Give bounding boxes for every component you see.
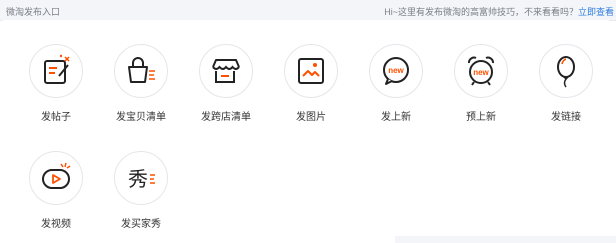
bottom-edge-strip	[395, 236, 616, 243]
publish-video-icon-circle	[29, 151, 83, 205]
publish-link-label: 发链接	[551, 112, 581, 123]
publish-new-arrivals-label: 发上新	[381, 112, 411, 123]
buyer-show-icon: 秀	[128, 167, 155, 191]
publish-link-icon-circle	[539, 44, 593, 98]
buyer-show-glyph: 秀	[128, 167, 148, 191]
publish-buyer-show-label: 发买家秀	[121, 219, 161, 230]
balloon-link-icon	[557, 56, 575, 88]
publish-image-label: 发图片	[296, 112, 326, 123]
publish-entry-panel: 发帖子 发宝贝清单 发跨店清单 发图片 new 发上新 new 预上新 发链接 …	[3, 20, 609, 243]
publish-cross-store-list-button[interactable]: 发跨店清单	[191, 44, 261, 123]
header-title: 微淘发布入口	[6, 7, 61, 17]
publish-buyer-show-icon-circle: 秀	[114, 151, 168, 205]
publish-buyer-show-button[interactable]: 秀 发买家秀	[106, 151, 176, 230]
alarm-new-text: new	[473, 68, 489, 77]
header-tip: Hi~这里有发布微淘的高富帅技巧，不来看看吗？立即查看	[384, 5, 614, 18]
publish-product-list-button[interactable]: 发宝贝清单	[106, 44, 176, 123]
publish-image-button[interactable]: 发图片	[276, 44, 346, 123]
publish-product-list-label: 发宝贝清单	[116, 112, 166, 123]
header-tip-text: Hi~这里有发布微淘的高富帅技巧，不来看看吗？	[384, 7, 578, 17]
publish-link-button[interactable]: 发链接	[531, 44, 601, 123]
new-bubble-text: new	[388, 66, 404, 75]
publish-image-icon-circle	[284, 44, 338, 98]
pre-launch-icon-circle: new	[454, 44, 508, 98]
publish-cross-store-list-icon-circle	[199, 44, 253, 98]
publish-video-label: 发视频	[41, 219, 71, 230]
publish-cross-store-list-label: 发跨店清单	[201, 112, 251, 123]
pre-launch-button[interactable]: new 预上新	[446, 44, 516, 123]
publish-post-icon-circle	[29, 44, 83, 98]
publish-video-button[interactable]: 发视频	[21, 151, 91, 230]
new-bubble-icon: new	[383, 57, 409, 85]
publish-post-button[interactable]: 发帖子	[21, 44, 91, 123]
publish-new-arrivals-button[interactable]: new 发上新	[361, 44, 431, 123]
store-list-icon	[212, 59, 240, 83]
image-icon	[298, 58, 324, 84]
shopping-bag-list-icon	[128, 57, 155, 83]
view-now-link[interactable]: 立即查看	[578, 7, 614, 17]
publish-post-label: 发帖子	[41, 112, 71, 123]
post-icon	[44, 54, 70, 84]
pre-launch-label: 预上新	[466, 112, 496, 123]
header-bar: 微淘发布入口 Hi~这里有发布微淘的高富帅技巧，不来看看吗？立即查看	[0, 0, 616, 21]
video-icon	[42, 162, 71, 189]
publish-product-list-icon-circle	[114, 44, 168, 98]
alarm-new-icon: new	[468, 56, 494, 86]
publish-new-arrivals-icon-circle: new	[369, 44, 423, 98]
